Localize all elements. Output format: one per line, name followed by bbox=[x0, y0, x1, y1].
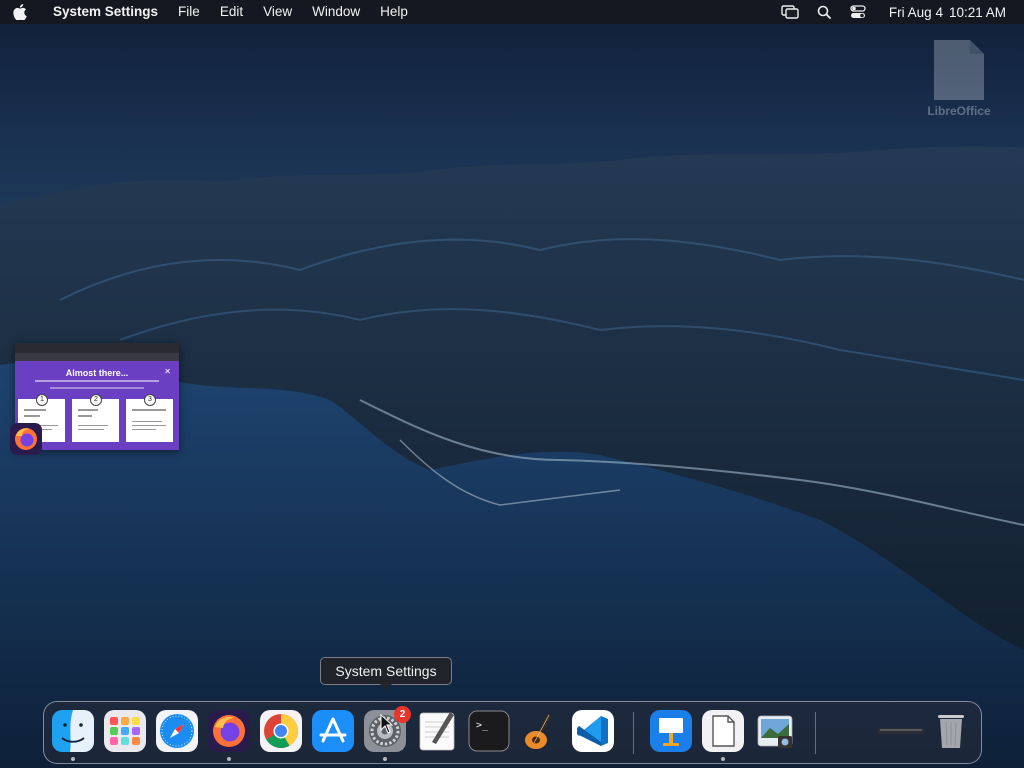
safari-icon[interactable] bbox=[156, 710, 198, 752]
running-indicator bbox=[71, 757, 75, 761]
minimized-window-icon[interactable] bbox=[878, 710, 924, 752]
menu-view[interactable]: View bbox=[253, 0, 302, 24]
launchpad-icon[interactable] bbox=[104, 710, 146, 752]
dock-separator bbox=[633, 712, 634, 754]
vscode-icon[interactable] bbox=[572, 710, 614, 752]
dock-separator bbox=[815, 712, 816, 754]
menu-edit[interactable]: Edit bbox=[210, 0, 253, 24]
thumbnail-subtitle-line bbox=[50, 387, 144, 389]
thumbnail-title: Almost there... bbox=[65, 368, 129, 378]
thumbnail-url-bar bbox=[15, 353, 179, 361]
thumbnail-subtitle-line bbox=[35, 380, 159, 382]
menu-file[interactable]: File bbox=[168, 0, 210, 24]
mouse-cursor-icon bbox=[380, 714, 394, 734]
step-number: 1 bbox=[36, 394, 48, 406]
clock-date: Fri Aug 4 bbox=[888, 4, 943, 20]
menu-bar: System Settings File Edit View Window He… bbox=[0, 0, 1024, 24]
clock-time: 10:21 AM bbox=[948, 4, 1006, 20]
thumbnail-tab-bar bbox=[15, 343, 179, 353]
dock: 2 >_ bbox=[43, 701, 982, 764]
running-indicator bbox=[227, 757, 231, 761]
menu-app-name[interactable]: System Settings bbox=[40, 0, 168, 24]
finder-icon[interactable] bbox=[52, 710, 94, 752]
libreoffice-label[interactable]: LibreOffice bbox=[910, 104, 1008, 118]
spotlight-search-icon[interactable] bbox=[807, 0, 841, 24]
document-icon[interactable] bbox=[702, 710, 744, 752]
desktop[interactable]: System Settings File Edit View Window He… bbox=[0, 0, 1024, 768]
firefox-icon[interactable] bbox=[208, 710, 250, 752]
terminal-icon[interactable]: >_ bbox=[468, 710, 510, 752]
svg-text:>_: >_ bbox=[476, 720, 489, 731]
step-number: 2 bbox=[90, 394, 102, 406]
dock-tooltip: System Settings bbox=[320, 657, 452, 685]
keynote-icon[interactable] bbox=[650, 710, 692, 752]
menu-clock[interactable]: Fri Aug 4 10:21 AM bbox=[875, 5, 1016, 20]
firefox-icon bbox=[10, 423, 42, 455]
menu-window[interactable]: Window bbox=[302, 0, 370, 24]
control-center-icon[interactable] bbox=[841, 0, 875, 24]
menu-help[interactable]: Help bbox=[370, 0, 418, 24]
garageband-icon[interactable] bbox=[520, 710, 562, 752]
screen-mirroring-icon[interactable] bbox=[773, 0, 807, 24]
notification-badge: 2 bbox=[394, 706, 411, 723]
trash-icon[interactable] bbox=[930, 710, 972, 752]
running-indicator bbox=[721, 757, 725, 761]
preview-icon[interactable] bbox=[754, 710, 796, 752]
tooltip-arrow bbox=[379, 683, 393, 690]
apple-menu-icon[interactable] bbox=[0, 0, 40, 24]
app-store-icon[interactable] bbox=[312, 710, 354, 752]
textedit-icon[interactable] bbox=[416, 710, 458, 752]
running-indicator bbox=[383, 757, 387, 761]
step-number: 3 bbox=[144, 394, 156, 406]
chrome-icon[interactable] bbox=[260, 710, 302, 752]
